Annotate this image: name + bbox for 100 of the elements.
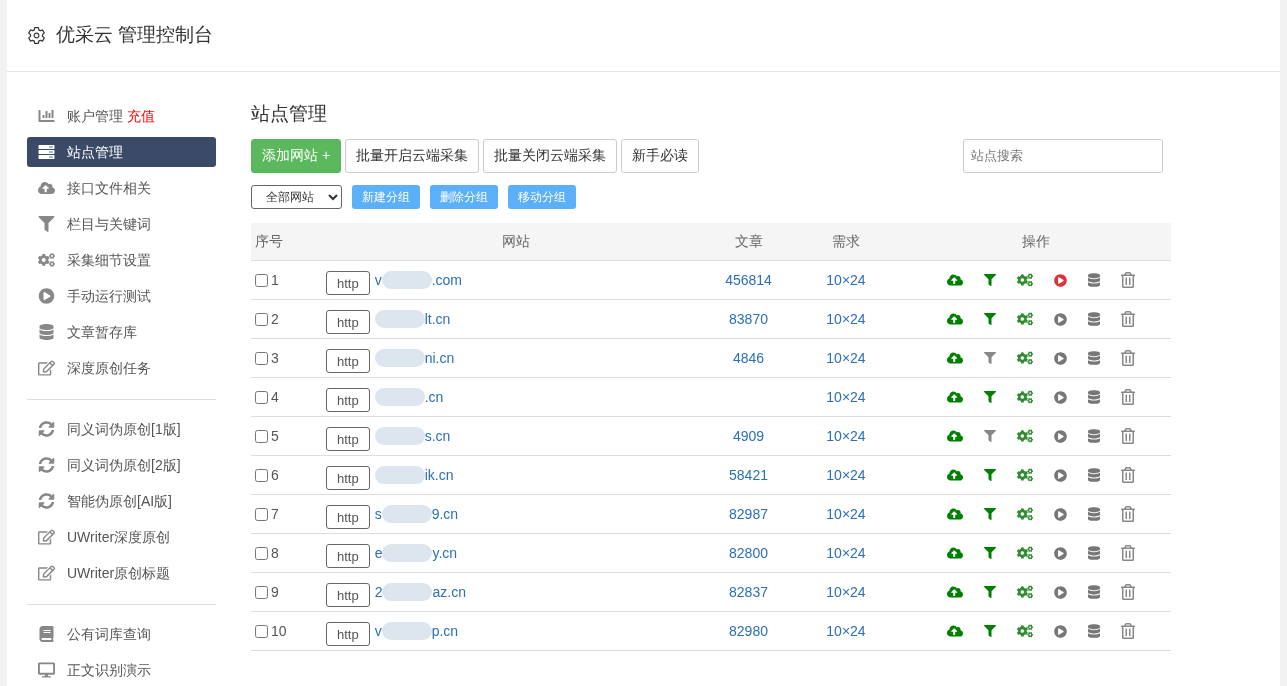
row-checkbox[interactable] (255, 624, 268, 638)
trash-icon[interactable] (1121, 584, 1135, 600)
play-icon[interactable] (1054, 585, 1067, 599)
action-button[interactable]: 新手必读 (621, 138, 700, 173)
article-count[interactable]: 82980 (729, 622, 768, 639)
action-button[interactable]: 批量关闭云端采集 (483, 138, 618, 173)
database-icon[interactable] (1088, 312, 1100, 326)
trash-icon[interactable] (1121, 428, 1135, 444)
play-icon[interactable] (1054, 273, 1067, 287)
play-icon[interactable] (1054, 624, 1067, 638)
trash-icon[interactable] (1121, 311, 1135, 327)
gears-icon[interactable] (1017, 429, 1033, 443)
sidebar-item[interactable]: 正文识别演示 (27, 655, 216, 685)
database-icon[interactable] (1088, 585, 1100, 599)
article-count[interactable]: 4909 (732, 427, 765, 444)
play-icon[interactable] (1054, 390, 1067, 404)
site-domain-end[interactable]: az.cn (432, 581, 466, 603)
filter-icon[interactable] (984, 508, 996, 520)
cloud-upload-icon[interactable] (947, 624, 963, 638)
site-domain-start[interactable]: e (374, 542, 383, 564)
filter-icon[interactable] (984, 391, 996, 403)
demand-value[interactable]: 10×24 (826, 427, 866, 444)
cloud-upload-icon[interactable] (947, 429, 963, 443)
cloud-upload-icon[interactable] (947, 507, 963, 521)
cloud-upload-icon[interactable] (947, 585, 963, 599)
demand-value[interactable]: 10×24 (826, 583, 866, 600)
database-icon[interactable] (1088, 351, 1100, 365)
play-icon[interactable] (1054, 429, 1067, 443)
database-icon[interactable] (1088, 390, 1100, 404)
filter-icon[interactable] (984, 586, 996, 598)
site-domain-end[interactable]: lt.cn (424, 308, 451, 330)
site-domain-end[interactable]: ik.cn (424, 464, 454, 486)
filter-icon[interactable] (984, 430, 996, 442)
cloud-upload-icon[interactable] (947, 312, 963, 326)
cloud-upload-icon[interactable] (947, 390, 963, 404)
sidebar-item[interactable]: 文章暂存库 (27, 317, 216, 347)
group-select[interactable]: 全部网站 (251, 184, 342, 209)
demand-value[interactable]: 10×24 (826, 466, 866, 483)
gears-icon[interactable] (1017, 312, 1033, 326)
site-domain-start[interactable]: v (374, 620, 382, 642)
sidebar-item[interactable]: 同义词伪原创[1版] (27, 414, 216, 444)
sidebar-item[interactable]: 接口文件相关 (27, 173, 216, 203)
filter-icon[interactable] (984, 274, 996, 286)
demand-value[interactable]: 10×24 (826, 271, 866, 288)
article-count[interactable]: 83870 (729, 310, 768, 327)
article-count[interactable]: 82837 (729, 583, 768, 600)
play-icon[interactable] (1054, 507, 1067, 521)
article-count[interactable]: 82987 (729, 505, 768, 522)
cloud-upload-icon[interactable] (947, 546, 963, 560)
gears-icon[interactable] (1017, 624, 1033, 638)
row-checkbox[interactable] (255, 585, 268, 599)
row-checkbox[interactable] (255, 468, 268, 482)
sidebar-item[interactable]: 栏目与关键词 (27, 209, 216, 239)
sidebar-item[interactable]: 智能伪原创[AI版] (27, 486, 216, 516)
play-icon[interactable] (1054, 351, 1067, 365)
database-icon[interactable] (1088, 429, 1100, 443)
sidebar-item[interactable]: UWriter原创标题 (27, 558, 216, 588)
trash-icon[interactable] (1121, 272, 1135, 288)
demand-value[interactable]: 10×24 (826, 622, 866, 639)
play-icon[interactable] (1054, 468, 1067, 482)
trash-icon[interactable] (1121, 350, 1135, 366)
sidebar-item[interactable]: 账户管理 充值 (27, 101, 216, 131)
demand-value[interactable]: 10×24 (826, 310, 866, 327)
site-domain-start[interactable]: v (374, 269, 382, 291)
gears-icon[interactable] (1017, 507, 1033, 521)
site-domain-start[interactable]: 2 (374, 581, 383, 603)
sidebar-item[interactable]: 公有词库查询 (27, 619, 216, 649)
trash-icon[interactable] (1121, 467, 1135, 483)
site-domain-end[interactable]: p.cn (431, 620, 459, 642)
sidebar-item[interactable]: UWriter深度原创 (27, 522, 216, 552)
gears-icon[interactable] (1017, 468, 1033, 482)
gears-icon[interactable] (1017, 546, 1033, 560)
article-count[interactable]: 58421 (729, 466, 768, 483)
article-count[interactable]: 4846 (732, 349, 765, 366)
search-field[interactable]: 站点搜索 (963, 138, 1163, 173)
trash-icon[interactable] (1121, 389, 1135, 405)
database-icon[interactable] (1088, 468, 1100, 482)
trash-icon[interactable] (1121, 545, 1135, 561)
trash-icon[interactable] (1121, 623, 1135, 639)
sidebar-item[interactable]: 站点管理 (27, 137, 216, 167)
row-checkbox[interactable] (255, 546, 268, 560)
gears-icon[interactable] (1017, 273, 1033, 287)
cloud-upload-icon[interactable] (947, 351, 963, 365)
demand-value[interactable]: 10×24 (826, 349, 866, 366)
article-count[interactable]: 82800 (729, 544, 768, 561)
article-count[interactable]: 456814 (725, 271, 772, 288)
filter-icon[interactable] (984, 313, 996, 325)
trash-icon[interactable] (1121, 506, 1135, 522)
site-domain-end[interactable]: .com (431, 269, 463, 291)
demand-value[interactable]: 10×24 (826, 544, 866, 561)
site-domain-end[interactable]: 9.cn (431, 503, 459, 525)
row-checkbox[interactable] (255, 507, 268, 521)
site-domain-start[interactable]: s (374, 503, 382, 525)
gears-icon[interactable] (1017, 390, 1033, 404)
sidebar-item[interactable]: 采集细节设置 (27, 245, 216, 275)
cloud-upload-icon[interactable] (947, 468, 963, 482)
database-icon[interactable] (1088, 546, 1100, 560)
sidebar-item[interactable]: 手动运行测试 (27, 281, 216, 311)
filter-icon[interactable] (984, 352, 996, 364)
database-icon[interactable] (1088, 507, 1100, 521)
